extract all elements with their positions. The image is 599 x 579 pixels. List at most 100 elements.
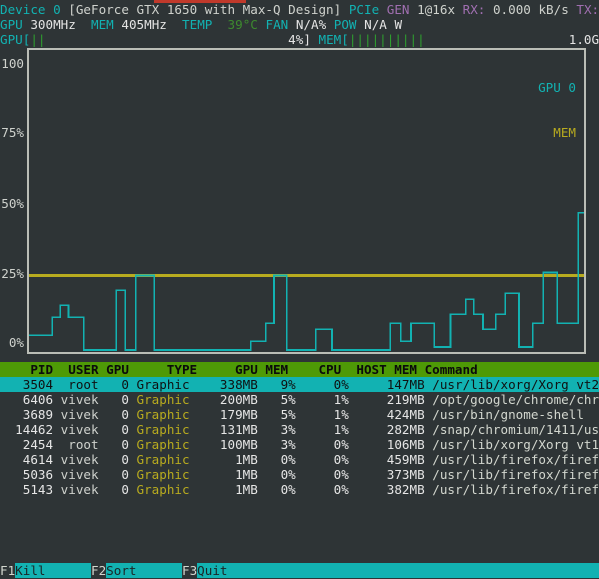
cell-host-mem: 147MB [348, 377, 425, 392]
fkey-bar-filler [273, 563, 599, 578]
cell-mem-pct: 3% [257, 437, 296, 452]
mem-gauge-value: 1.0G/ [568, 32, 599, 47]
cell-user: vivek [53, 422, 99, 437]
pow-label: POW [333, 17, 357, 32]
cell-command: /usr/lib/firefox/firefox -conte [432, 482, 599, 497]
process-table[interactable]: PID USER GPU TYPE GPU MEM CPU HOST MEM C… [0, 362, 599, 497]
cell-type: Graphic [128, 407, 198, 422]
cell-cpu: 1% [295, 407, 349, 422]
cell-gpu-index: 0 [98, 392, 129, 407]
cell-host-mem: 373MB [348, 467, 425, 482]
cell-gpu-mem: 1MB [197, 467, 258, 482]
table-row[interactable]: 6406 vivek 0 Graphic 200MB 5% 1% 219MB /… [0, 392, 599, 407]
rx-label: RX: [462, 2, 486, 17]
cell-user: vivek [53, 482, 99, 497]
table-row[interactable]: 4614 vivek 0 Graphic 1MB 0% 0% 459MB /us… [0, 452, 599, 467]
cell-gpu-mem: 338MB [197, 377, 258, 392]
mem-gauge-label: MEM[ [318, 32, 349, 47]
cell-mem-pct: 0% [257, 467, 296, 482]
cell-pid: 4614 [0, 452, 54, 467]
gpu-gauge-bars: || [30, 32, 46, 47]
cell-cpu: 0% [295, 452, 349, 467]
cell-mem-pct: 5% [257, 407, 296, 422]
cell-user: root [53, 437, 99, 452]
cell-cpu: 0% [295, 467, 349, 482]
y-axis-tick-100: 100 [1, 56, 24, 71]
cell-gpu-mem: 1MB [197, 482, 258, 497]
cell-pid: 2454 [0, 437, 54, 452]
fkey-sort-key[interactable]: F2 [91, 563, 106, 578]
cell-gpu-index: 0 [98, 467, 129, 482]
cell-mem-pct: 0% [257, 482, 296, 497]
cell-gpu-mem: 179MB [197, 407, 258, 422]
pow-value: N/A W [364, 17, 403, 32]
cell-mem-pct: 9% [257, 377, 296, 392]
function-keys[interactable]: F1Kill F2Sort F3Quit [0, 563, 599, 578]
cell-gpu-index: 0 [98, 377, 129, 392]
device-info-line: Device 0 [GeForce GTX 1650 with Max-Q De… [0, 2, 599, 17]
cell-gpu-index: 0 [98, 437, 129, 452]
cell-host-mem: 459MB [348, 452, 425, 467]
cell-user: root [53, 377, 99, 392]
cell-pid: 3689 [0, 407, 54, 422]
cell-command: /opt/google/chrome/chrome --typ [432, 392, 599, 407]
cell-gpu-mem: 131MB [197, 422, 258, 437]
device-label: Device 0 [0, 2, 61, 17]
cell-mem-pct: 0% [257, 452, 296, 467]
function-key-bar[interactable]: F1Kill F2Sort F3Quit [0, 562, 599, 579]
mem-gauge-bars: |||||||||| [348, 32, 425, 47]
cell-command: /usr/lib/firefox/firefox -conte [432, 452, 599, 467]
cell-command: /usr/bin/gnome-shell [424, 407, 584, 422]
cell-host-mem: 282MB [348, 422, 425, 437]
cell-type: Graphic [128, 467, 198, 482]
cell-pid: 5036 [0, 467, 54, 482]
cell-pid: 3504 [0, 377, 54, 392]
cell-gpu-mem: 1MB [197, 452, 258, 467]
table-row[interactable]: 5036 vivek 0 Graphic 1MB 0% 0% 373MB /us… [0, 467, 599, 482]
gpu-clock-value: 300MHz [30, 17, 76, 32]
cell-pid: 5143 [0, 482, 54, 497]
mem-gauge-spacer [425, 32, 569, 47]
gpu-gauge-spacer [46, 32, 289, 47]
table-row[interactable]: 3689 vivek 0 Graphic 179MB 5% 1% 424MB /… [0, 407, 599, 422]
cell-host-mem: 219MB [348, 392, 425, 407]
cell-mem-pct: 5% [257, 392, 296, 407]
cell-cpu: 1% [295, 392, 349, 407]
fan-value: N/A% [295, 17, 327, 32]
table-row[interactable]: 2454 root 0 Graphic 100MB 3% 0% 106MB /u… [0, 437, 599, 452]
cell-type: Graphic [128, 482, 198, 497]
mem-clock-label: MEM [91, 17, 114, 32]
gpu-gauge-value: 4%] [288, 32, 311, 47]
fkey-quit-key[interactable]: F3 [182, 563, 197, 578]
temp-value: 39°C [227, 17, 258, 32]
table-header-row[interactable]: PID USER GPU TYPE GPU MEM CPU HOST MEM C… [0, 362, 599, 377]
cell-command: /usr/lib/firefox/firefox -conte [432, 467, 599, 482]
table-row[interactable]: 14462 vivek 0 Graphic 131MB 3% 1% 282MB … [0, 422, 599, 437]
fkey-kill-label[interactable]: Kill [15, 563, 91, 578]
fkey-quit-label[interactable]: Quit [197, 563, 273, 578]
y-axis-tick-0: 0% [8, 335, 24, 350]
legend-item-mem: MEM [553, 125, 576, 140]
table-row[interactable]: 5143 vivek 0 Graphic 1MB 0% 0% 382MB /us… [0, 482, 599, 497]
cell-command: /usr/lib/xorg/Xorg vt2 -display [432, 377, 599, 392]
fkey-kill-key[interactable]: F1 [0, 563, 15, 578]
table-row[interactable]: 3504 root 0 Graphic 338MB 9% 0% 147MB /u… [0, 377, 599, 392]
chart-legend: GPU 0 MEM [538, 50, 576, 170]
cell-cpu: 0% [295, 482, 349, 497]
cell-type: Graphic [128, 392, 198, 407]
chart-plot-area [29, 212, 584, 351]
cell-mem-pct: 3% [257, 422, 296, 437]
cell-type: Graphic [128, 422, 198, 437]
cell-pid: 6406 [0, 392, 54, 407]
gpu-series-line [29, 212, 584, 351]
cell-type: Graphic [128, 437, 198, 452]
device-metrics-line: GPU 300MHz MEM 405MHz TEMP 39°C FAN N/A%… [0, 17, 402, 32]
gpu-gauge-label: GPU[ [0, 32, 31, 47]
cell-pid: 14462 [0, 422, 54, 437]
fkey-sort-label[interactable]: Sort [106, 563, 182, 578]
table-body[interactable]: 3504 root 0 Graphic 338MB 9% 0% 147MB /u… [0, 377, 599, 497]
gpu-utilization-chart[interactable]: GPU 0 MEM [27, 48, 586, 354]
cell-gpu-mem: 100MB [197, 437, 258, 452]
fan-label: FAN [265, 17, 289, 32]
utilization-gauges-line: GPU[|| 4%] MEM[|||||||||| 1.0G/ [0, 32, 599, 47]
